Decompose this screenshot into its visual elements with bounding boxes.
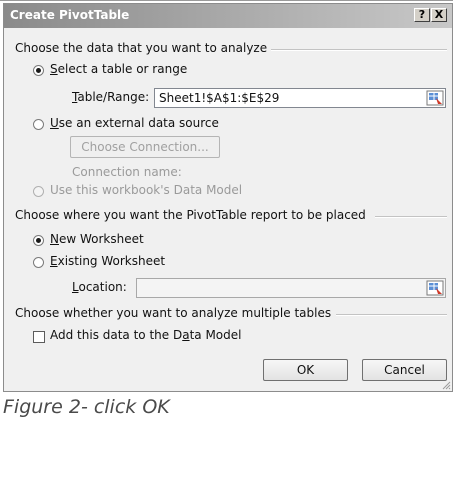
top-border-line: [0, 0, 453, 1]
external-source-radio[interactable]: [33, 119, 44, 130]
close-button[interactable]: X: [431, 8, 447, 22]
select-range-label[interactable]: Select a table or range: [50, 62, 187, 76]
ok-label: OK: [296, 363, 315, 377]
dialog-title: Create PivotTable: [10, 8, 130, 22]
help-icon: ?: [418, 8, 426, 21]
new-worksheet-radio[interactable]: [33, 235, 44, 246]
help-button[interactable]: ?: [414, 8, 430, 22]
title-bar[interactable]: Create PivotTable ? X: [4, 4, 452, 28]
existing-worksheet-label[interactable]: Existing Worksheet: [50, 254, 165, 268]
section-data-heading: Choose the data that you want to analyze: [15, 41, 268, 55]
external-source-label[interactable]: Use an external data source: [50, 116, 219, 130]
section-multiple-heading: Choose whether you want to analyze multi…: [15, 306, 332, 320]
new-worksheet-label[interactable]: New Worksheet: [50, 232, 144, 246]
location-label: Location:: [72, 280, 127, 294]
range-select-icon[interactable]: [426, 90, 444, 106]
select-range-radio[interactable]: [33, 65, 44, 76]
choose-connection-label: Choose Connection...: [81, 140, 209, 154]
data-model-radio[interactable]: [33, 186, 44, 197]
section-divider: [336, 314, 447, 316]
connection-name-label: Connection name:: [72, 165, 182, 179]
location-input[interactable]: [136, 278, 446, 298]
add-data-model-label[interactable]: Add this data to the Data Model: [50, 328, 241, 342]
resize-grip-icon[interactable]: [441, 380, 451, 390]
section-placement-heading: Choose where you want the PivotTable rep…: [15, 208, 366, 222]
create-pivottable-dialog: Create PivotTable ? X Choose the data th…: [3, 3, 453, 392]
table-range-input[interactable]: Sheet1!$A$1:$E$29: [154, 88, 446, 108]
figure-caption: Figure 2- click OK: [3, 396, 170, 418]
cancel-button[interactable]: Cancel: [362, 359, 447, 381]
location-select-icon[interactable]: [426, 280, 444, 296]
ok-button[interactable]: OK: [263, 359, 348, 381]
add-data-model-checkbox[interactable]: [33, 331, 45, 343]
choose-connection-button[interactable]: Choose Connection...: [70, 136, 220, 158]
close-icon: X: [434, 8, 444, 21]
cancel-label: Cancel: [384, 363, 425, 377]
table-range-label: Table/Range:: [72, 90, 150, 104]
existing-worksheet-radio[interactable]: [33, 257, 44, 268]
section-divider: [271, 49, 447, 51]
table-range-value: Sheet1!$A$1:$E$29: [159, 91, 280, 105]
section-divider: [375, 216, 447, 218]
data-model-label[interactable]: Use this workbook's Data Model: [50, 183, 242, 197]
